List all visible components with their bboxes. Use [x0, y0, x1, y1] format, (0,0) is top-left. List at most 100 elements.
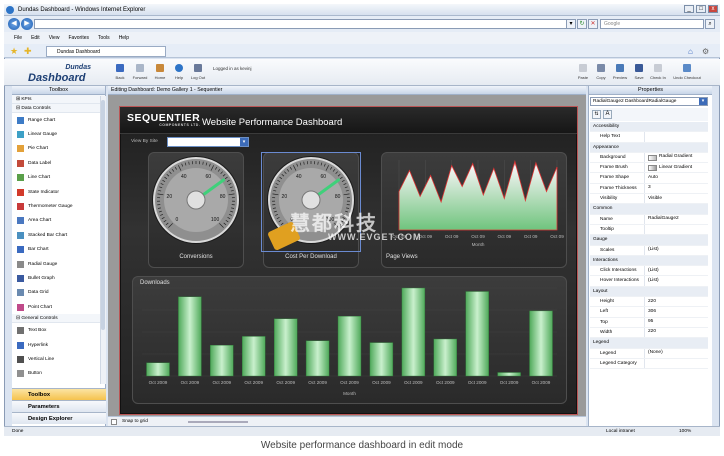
toolbox-item[interactable]: Thermometer Gauge	[12, 199, 105, 213]
property-row[interactable]: Click Interactions (List)	[590, 266, 708, 277]
paste-button[interactable]: Paste	[574, 64, 592, 80]
undo-checkout-button[interactable]: Undo Checkout	[670, 64, 704, 80]
refresh-icon[interactable]: ↻	[577, 19, 587, 29]
toolbox-item[interactable]: Stacked Bar Chart	[12, 228, 105, 242]
property-value[interactable]: 95	[645, 318, 708, 327]
property-row[interactable]: Left 306	[590, 307, 708, 318]
add-favorite-icon[interactable]: ✚	[24, 47, 32, 56]
property-category[interactable]: Appearance	[590, 142, 708, 153]
property-category[interactable]: Common	[590, 204, 708, 215]
property-row[interactable]: Tooltip	[590, 224, 708, 236]
toolbox-item[interactable]: Line Chart	[12, 171, 105, 185]
property-category[interactable]: Legend	[590, 338, 708, 349]
property-value[interactable]: Radial Gradient	[645, 153, 708, 162]
property-row[interactable]: Hover Interactions (List)	[590, 276, 708, 287]
property-value[interactable]	[645, 225, 708, 234]
back-button[interactable]: Back	[111, 64, 129, 80]
property-value[interactable]: 220	[645, 297, 708, 306]
property-value[interactable]: (List)	[645, 276, 708, 285]
toolbox-item[interactable]: Vertical Line	[12, 352, 105, 366]
tab-toolbox[interactable]: Toolbox	[12, 388, 106, 400]
object-selector[interactable]: RadialGauge2 DashboardRadialGauge ▾	[590, 97, 708, 106]
toolbox-category[interactable]: ⊞ KPIs	[12, 95, 105, 104]
property-row[interactable]: Background Radial Gradient	[590, 152, 708, 164]
zoom-level[interactable]: 100%	[679, 427, 691, 437]
menu-file[interactable]: File	[14, 32, 22, 44]
property-row[interactable]: Visibility Visible	[590, 194, 708, 205]
toolbox-item[interactable]: Bar Chart	[12, 243, 105, 257]
property-row[interactable]: Legend (None)	[590, 348, 708, 359]
close-button[interactable]: x	[708, 5, 718, 13]
property-category[interactable]: Layout	[590, 286, 708, 298]
property-row[interactable]: Top 95	[590, 317, 708, 328]
toolbox-item[interactable]: Radial Gauge	[12, 257, 105, 271]
property-value[interactable]: Linear Gradient	[645, 163, 708, 172]
stop-icon[interactable]: ✕	[588, 19, 598, 29]
property-value[interactable]: (List)	[645, 266, 708, 275]
toolbox-item[interactable]: Button	[12, 367, 105, 381]
property-category[interactable]: Interactions	[590, 255, 708, 267]
property-row[interactable]: Name RadialGauge2	[590, 214, 708, 225]
tools-icon[interactable]: ⚙	[702, 47, 709, 56]
menu-view[interactable]: View	[49, 32, 60, 44]
back-arrow-icon[interactable]: ◀	[8, 18, 20, 30]
copy-button[interactable]: Copy	[592, 64, 610, 80]
property-value[interactable]: Visible	[645, 194, 708, 203]
property-row[interactable]: Width 220	[590, 327, 708, 339]
toolbox-item[interactable]: Linear Gauge	[12, 127, 105, 141]
favorites-star-icon[interactable]: ★	[10, 47, 18, 56]
sort-category-icon[interactable]: ⇅	[592, 110, 601, 119]
save-button[interactable]: Save	[630, 64, 648, 80]
property-row[interactable]: Frame Shape Auto	[590, 173, 708, 184]
checkin-button[interactable]: Check In	[649, 64, 667, 80]
search-icon[interactable]: ⌕	[705, 19, 715, 29]
toolbox-item[interactable]: Text Box	[12, 323, 105, 337]
preview-button[interactable]: Preview	[611, 64, 629, 80]
property-row[interactable]: Scales (List)	[590, 245, 708, 256]
search-input[interactable]: Google	[600, 19, 704, 29]
property-value[interactable]	[645, 359, 708, 368]
toolbox-item[interactable]: Range Chart	[12, 113, 105, 127]
property-value[interactable]: (None)	[645, 349, 708, 358]
snap-checkbox[interactable]	[111, 419, 117, 425]
property-value[interactable]: RadialGauge2	[645, 215, 708, 224]
toolbox-item[interactable]: Data Label	[12, 156, 105, 170]
toolbox-item[interactable]: Data Grid	[12, 286, 105, 300]
property-row[interactable]: Help Text	[590, 132, 708, 143]
toolbox-category[interactable]: ⊟ Data Controls	[12, 104, 105, 113]
menu-edit[interactable]: Edit	[31, 32, 40, 44]
sort-alpha-icon[interactable]: A	[603, 110, 612, 119]
toolbox-item[interactable]: Area Chart	[12, 214, 105, 228]
toolbox-scroll-thumb[interactable]	[101, 100, 105, 330]
forward-button[interactable]: Forward	[131, 64, 149, 80]
home-icon[interactable]: ⌂	[688, 47, 693, 56]
toolbox-item[interactable]: State Indicator	[12, 185, 105, 199]
property-row[interactable]: Legend Category	[590, 358, 708, 370]
property-category[interactable]: Accessibility	[590, 122, 708, 133]
browser-tab[interactable]: Dundas Dashboard	[46, 46, 166, 57]
toolbox-item[interactable]: Hyperlink	[12, 338, 105, 352]
property-category[interactable]: Gauge	[590, 235, 708, 246]
address-bar[interactable]	[34, 19, 574, 29]
logout-button[interactable]: Log Out	[189, 64, 207, 80]
forward-arrow-icon[interactable]: ▶	[21, 18, 33, 30]
property-row[interactable]: Frame Thickness 3	[590, 183, 708, 195]
tab-design-explorer[interactable]: Design Explorer	[12, 412, 106, 424]
tab-parameters[interactable]: Parameters	[12, 400, 106, 412]
property-value[interactable]: Auto	[645, 173, 708, 182]
property-value[interactable]	[645, 132, 708, 141]
toolbox-item[interactable]: Pie Chart	[12, 142, 105, 156]
property-value[interactable]: 220	[645, 328, 708, 337]
toolbox-item[interactable]: Point Chart	[12, 300, 105, 314]
property-row[interactable]: Frame Brush Linear Gradient	[590, 163, 708, 174]
address-dropdown-icon[interactable]: ▾	[566, 19, 576, 29]
menu-tools[interactable]: Tools	[98, 32, 110, 44]
property-value[interactable]: 306	[645, 307, 708, 316]
property-row[interactable]: Height 220	[590, 297, 708, 308]
menu-favorites[interactable]: Favorites	[68, 32, 89, 44]
toolbox-category[interactable]: ⊟ General Controls	[12, 314, 105, 324]
help-button[interactable]: Help	[170, 64, 188, 80]
property-value[interactable]: (List)	[645, 246, 708, 255]
maximize-button[interactable]: □	[696, 5, 706, 13]
property-value[interactable]: 3	[645, 184, 708, 193]
